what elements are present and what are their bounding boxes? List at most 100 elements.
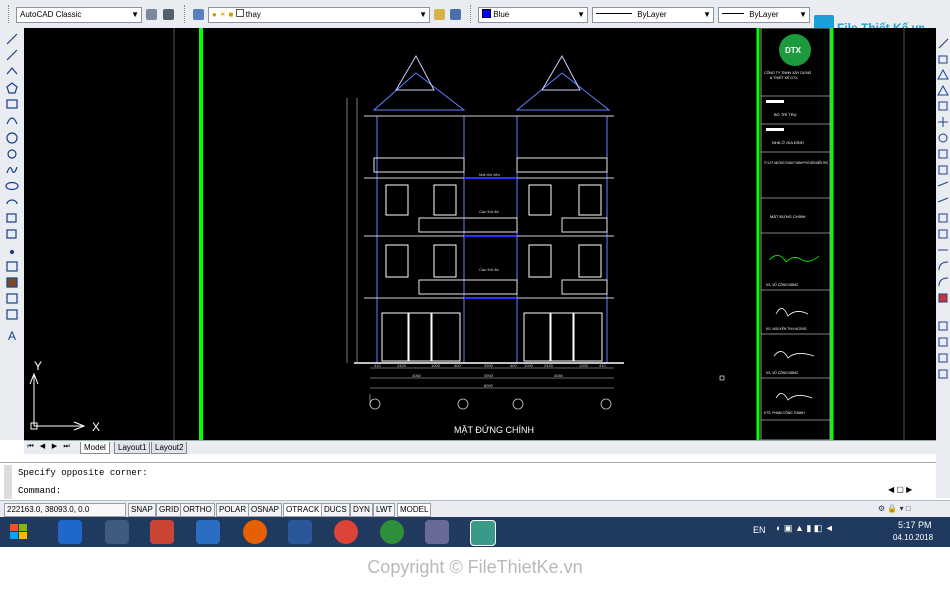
workspace-select[interactable]: AutoCAD Classic ▼: [16, 7, 142, 23]
window: [528, 244, 552, 278]
draworder-front-icon[interactable]: [938, 337, 948, 347]
color-select[interactable]: Blue ▼: [478, 7, 588, 23]
spline-icon[interactable]: [6, 166, 18, 174]
clock-date[interactable]: 04.10.2018: [893, 533, 933, 542]
rectangle-icon[interactable]: [6, 99, 18, 109]
drawing-title: MẶT ĐỨNG CHÍNH: [454, 425, 534, 435]
layer-previous-icon[interactable]: [450, 9, 461, 20]
draworder-icon[interactable]: [938, 321, 948, 331]
polygon-icon[interactable]: [6, 82, 18, 94]
draw-toolbar: A: [0, 28, 25, 440]
clock-time[interactable]: 5:17 PM: [898, 520, 932, 530]
firefox-icon[interactable]: [243, 520, 267, 544]
linetype-select[interactable]: ByLayer ▼: [592, 7, 714, 23]
command-scroll-buttons[interactable]: ◀ ▢ ▶: [888, 485, 932, 497]
paint-icon[interactable]: [425, 520, 449, 544]
arc-icon[interactable]: [6, 117, 18, 125]
otrack-toggle[interactable]: OTRACK: [283, 503, 323, 517]
last-tab-icon[interactable]: ⏭: [62, 442, 71, 452]
internet-explorer-icon[interactable]: [58, 520, 82, 544]
rotate-icon[interactable]: [938, 133, 948, 143]
command-window-grip[interactable]: [4, 465, 12, 499]
dyn-toggle[interactable]: DYN: [350, 503, 373, 517]
lwt-toggle[interactable]: LWT: [373, 503, 396, 517]
region-icon[interactable]: [6, 293, 18, 304]
circle-icon[interactable]: [6, 132, 18, 144]
hatch-icon[interactable]: [6, 261, 18, 272]
camtasia-icon[interactable]: [380, 520, 404, 544]
prev-tab-icon[interactable]: ◀: [38, 442, 47, 452]
toolbar-grip[interactable]: [8, 5, 12, 23]
workspace-settings-icon[interactable]: [146, 9, 157, 20]
array-icon[interactable]: [938, 101, 948, 111]
coordinate-readout[interactable]: 222163.0, 38093.0, 0.0: [4, 503, 126, 517]
tab-layout1[interactable]: Layout1: [114, 442, 151, 454]
explode-icon[interactable]: [938, 293, 948, 303]
multiline-text-icon[interactable]: A: [8, 329, 16, 343]
system-tray-icons[interactable]: ◐ ▣ ▲ ▮ ◧ ◄: [776, 523, 834, 534]
input-language[interactable]: EN: [753, 525, 766, 535]
lineweight-select[interactable]: ByLayer ▼: [718, 7, 810, 23]
join-icon[interactable]: [938, 229, 948, 239]
draworder-back-icon[interactable]: [938, 353, 948, 363]
revcloud-icon[interactable]: [7, 149, 17, 159]
tab-model[interactable]: Model: [80, 442, 110, 454]
unikey-icon[interactable]: [105, 520, 129, 544]
fillet-icon[interactable]: [938, 261, 949, 271]
break-icon[interactable]: [938, 213, 948, 223]
ellipse-arc-icon[interactable]: [6, 199, 18, 205]
offset-icon[interactable]: [937, 84, 949, 96]
model-toggle[interactable]: MODEL: [397, 503, 432, 517]
polyline-icon[interactable]: [6, 67, 18, 75]
autocad-icon[interactable]: [470, 520, 496, 546]
erase-icon[interactable]: [938, 38, 949, 49]
grid-toggle[interactable]: GRID: [156, 503, 182, 517]
chrome-icon[interactable]: [334, 520, 358, 544]
lineweight-preview: [722, 13, 744, 14]
first-tab-icon[interactable]: ⏮: [26, 442, 35, 452]
make-object-layer-current-icon[interactable]: [434, 9, 445, 20]
scale-icon[interactable]: [938, 149, 948, 159]
make-block-icon[interactable]: [6, 229, 17, 239]
start-button[interactable]: [8, 521, 30, 543]
chevron-down-icon: ▼: [131, 10, 139, 19]
ducs-toggle[interactable]: DUCS: [321, 503, 350, 517]
stretch-icon[interactable]: [938, 165, 948, 175]
gradient-icon[interactable]: [6, 277, 18, 288]
my-workspace-icon[interactable]: [163, 9, 174, 20]
line-icon[interactable]: [6, 33, 18, 45]
ortho-toggle[interactable]: ORTHO: [180, 503, 215, 517]
ucs-x-label: X: [92, 420, 100, 434]
point-icon[interactable]: [9, 249, 15, 255]
trim-icon[interactable]: [937, 181, 949, 187]
polar-toggle[interactable]: POLAR: [216, 503, 250, 517]
insert-block-icon[interactable]: [6, 213, 17, 223]
ground-door: [381, 312, 409, 362]
ellipse-icon[interactable]: [5, 181, 19, 191]
blend-icon[interactable]: [938, 277, 949, 287]
media-player-icon[interactable]: [150, 520, 174, 544]
text-front-icon[interactable]: [938, 369, 948, 379]
drawing: 410 2420 1000 400 3900 400 1000 2420 120…: [29, 28, 905, 440]
mirror-icon[interactable]: [937, 68, 949, 80]
extend-icon[interactable]: [937, 197, 949, 203]
tab-layout2[interactable]: Layout2: [151, 442, 188, 454]
toolbar-grip[interactable]: [470, 5, 474, 23]
model-space-canvas[interactable]: 410 2420 1000 400 3900 400 1000 2420 120…: [24, 28, 936, 440]
toolbar-grip[interactable]: [184, 5, 188, 23]
table-icon[interactable]: [6, 309, 18, 320]
status-tray-icons[interactable]: ⚙ 🔒 ▾ □: [878, 504, 946, 515]
word-icon[interactable]: [288, 520, 312, 544]
next-tab-icon[interactable]: ▶: [50, 442, 59, 452]
copy-icon[interactable]: [938, 55, 948, 64]
construction-line-icon[interactable]: [6, 49, 18, 61]
layer-color-swatch: [235, 9, 244, 17]
osnap-toggle[interactable]: OSNAP: [248, 503, 283, 517]
roof-left: [372, 72, 466, 111]
layer-select[interactable]: ● ☀ ■ thay ▼: [208, 7, 430, 23]
command-prompt[interactable]: Command:: [18, 486, 61, 496]
snap-toggle[interactable]: SNAP: [128, 503, 156, 517]
file-manager-icon[interactable]: [196, 520, 220, 544]
layer-manager-icon[interactable]: [193, 9, 204, 20]
grid-axis-marker: [512, 398, 524, 410]
